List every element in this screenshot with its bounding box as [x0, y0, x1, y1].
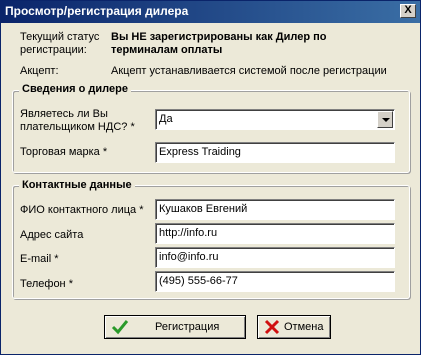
- phone-field[interactable]: (495) 555-66-77: [155, 271, 395, 292]
- site-label: Адрес сайта: [20, 229, 84, 241]
- cross-icon: [264, 319, 280, 335]
- checkmark-icon: [111, 320, 129, 335]
- close-icon: X: [404, 4, 412, 16]
- cancel-label: Отмена: [284, 321, 324, 333]
- email-label: E-mail *: [20, 253, 59, 265]
- cancel-button[interactable]: Отмена: [257, 315, 331, 339]
- dealer-info-legend: Сведения о дилере: [19, 83, 131, 95]
- chevron-down-icon[interactable]: [377, 111, 393, 128]
- contacts-legend: Контактные данные: [19, 179, 135, 191]
- site-field[interactable]: http://info.ru: [155, 223, 395, 244]
- register-button[interactable]: Регистрация: [104, 315, 246, 339]
- accept-value: Акцепт устанавливается системой после ре…: [111, 65, 387, 77]
- phone-label: Телефон *: [20, 278, 73, 290]
- window-title: Просмотр/регистрация дилера: [5, 4, 189, 18]
- name-label: ФИО контактного лица *: [20, 204, 144, 216]
- close-button[interactable]: X: [400, 4, 416, 18]
- vat-select[interactable]: Да: [155, 109, 395, 130]
- name-field[interactable]: Кушаков Евгений: [155, 199, 395, 220]
- vat-select-value: Да: [159, 113, 173, 125]
- status-label: Текущий статус регистрации:: [20, 31, 100, 56]
- brand-label: Торговая марка *: [20, 146, 108, 158]
- brand-field[interactable]: Express Traiding: [155, 142, 395, 163]
- status-value: Вы НЕ зарегистрированы как Дилер по терм…: [111, 31, 327, 56]
- vat-label: Являетесь ли Вы плательщиком НДС? *: [20, 108, 135, 133]
- title-bar: Просмотр/регистрация дилера X: [1, 1, 420, 23]
- accept-label: Акцепт:: [20, 65, 59, 77]
- email-field[interactable]: info@info.ru: [155, 247, 395, 268]
- register-label: Регистрация: [155, 321, 220, 333]
- dealer-dialog: Просмотр/регистрация дилера X Текущий ст…: [0, 0, 421, 355]
